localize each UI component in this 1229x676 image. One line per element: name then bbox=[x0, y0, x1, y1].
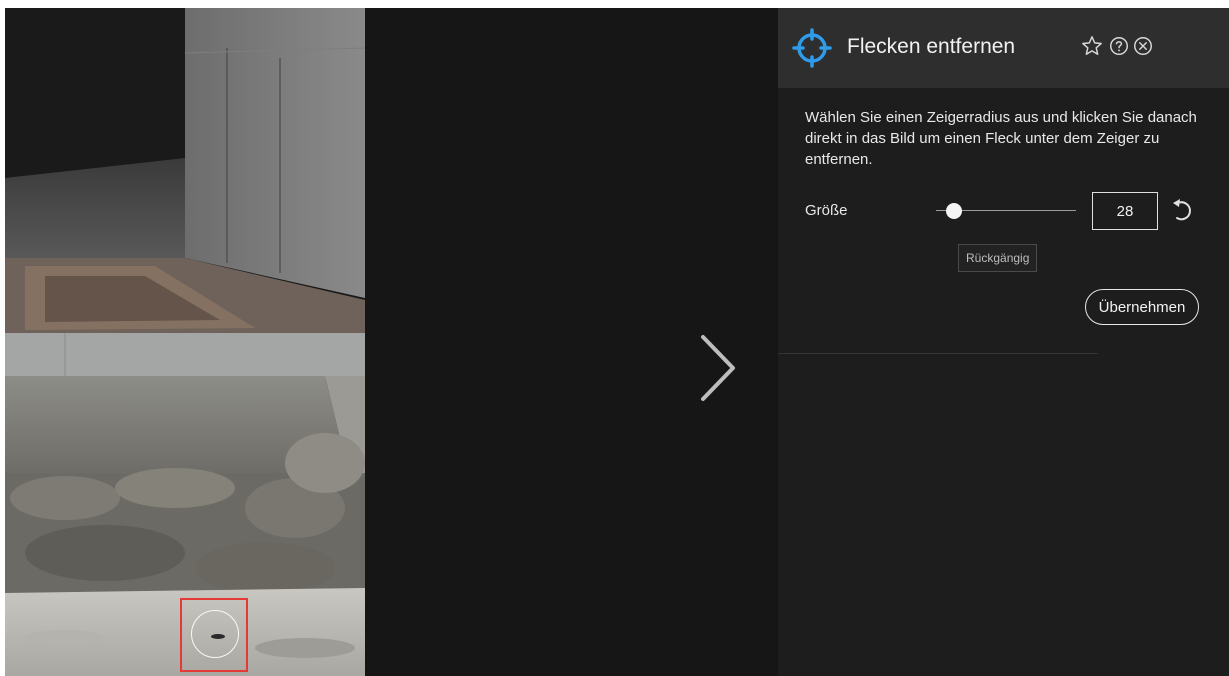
spot-removal-panel: Flecken entfernen Wählen Sie einen Zeige… bbox=[778, 8, 1229, 676]
undo-tooltip: Rückgängig bbox=[958, 244, 1038, 272]
size-label: Größe bbox=[805, 202, 848, 219]
help-icon[interactable] bbox=[1108, 35, 1130, 57]
close-icon[interactable] bbox=[1132, 35, 1154, 57]
instruction-text: Wählen Sie einen Zeigerradius aus und kl… bbox=[805, 109, 1197, 168]
chevron-right-icon[interactable] bbox=[695, 333, 739, 403]
divider bbox=[778, 353, 1098, 354]
photo-image bbox=[5, 8, 365, 676]
panel-title: Flecken entfernen bbox=[847, 35, 1016, 58]
apply-button[interactable]: Übernehmen bbox=[1085, 289, 1199, 325]
size-slider[interactable] bbox=[928, 198, 1078, 224]
photo-canvas[interactable] bbox=[5, 8, 365, 676]
app-window: Flecken entfernen Wählen Sie einen Zeige… bbox=[5, 8, 1229, 676]
panel-header: Flecken entfernen bbox=[778, 8, 1229, 88]
star-icon[interactable] bbox=[1081, 35, 1103, 57]
undo-icon[interactable] bbox=[1169, 197, 1195, 223]
brush-cursor bbox=[191, 610, 239, 658]
blemish-selection-marker[interactable] bbox=[180, 598, 248, 672]
size-input[interactable] bbox=[1092, 192, 1158, 230]
crosshair-target-icon bbox=[792, 28, 832, 68]
slider-thumb[interactable] bbox=[946, 203, 963, 219]
